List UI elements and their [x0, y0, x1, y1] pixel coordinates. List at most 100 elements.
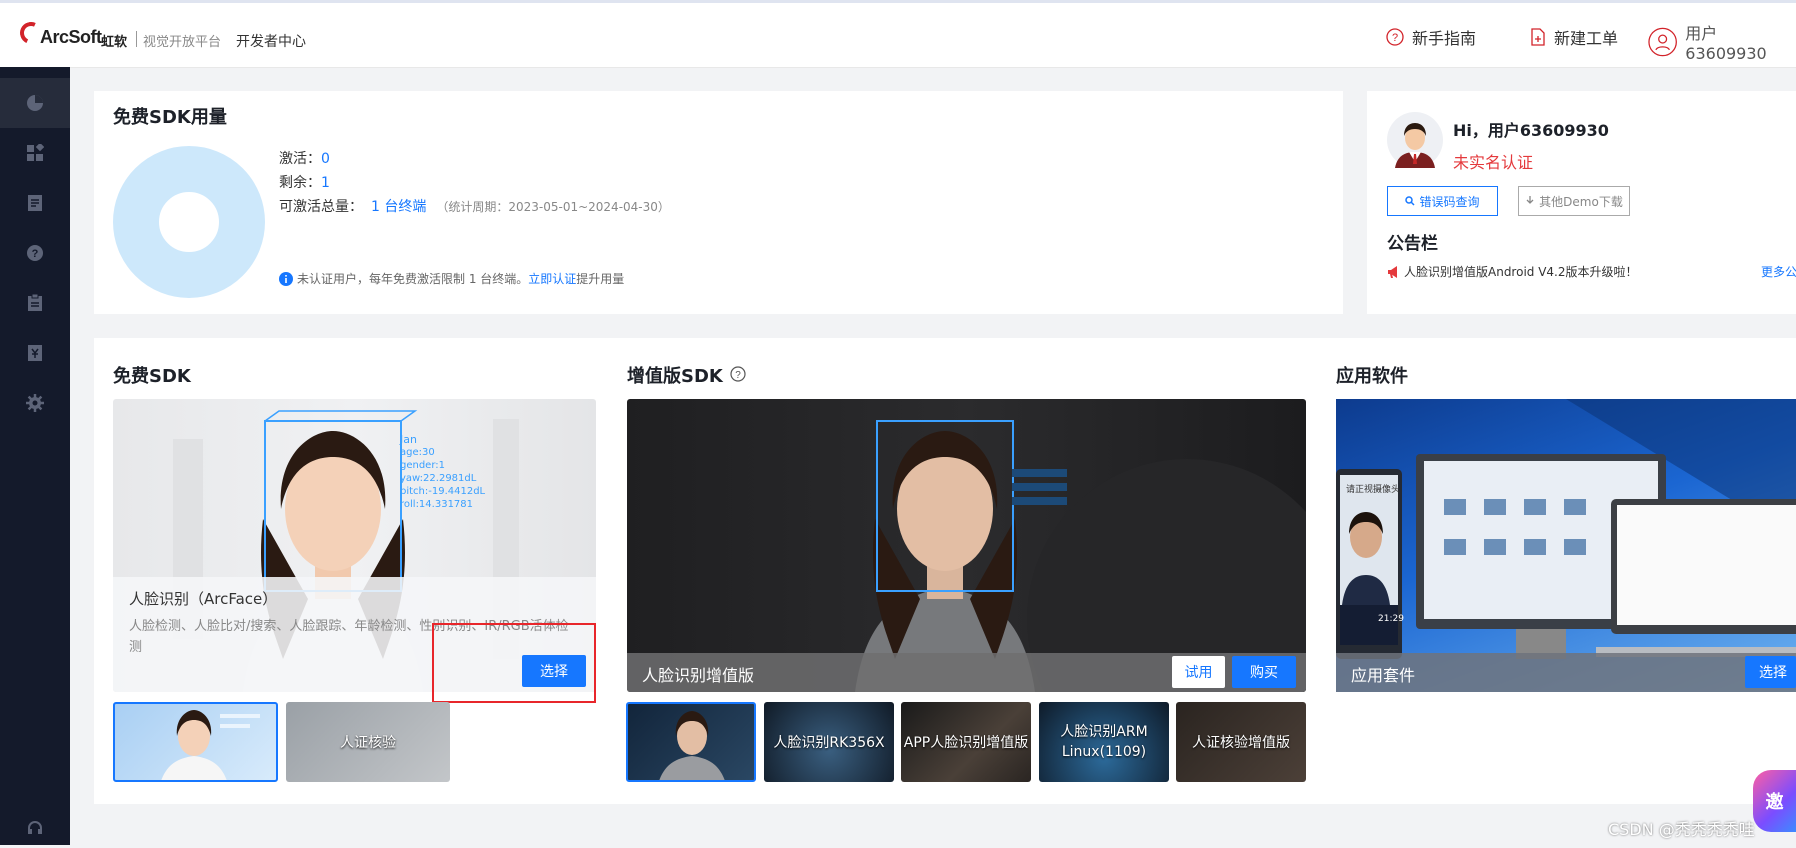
- free-sdk-card-title: 人脸识别（ArcFace）: [129, 590, 278, 608]
- dashboard-icon: [27, 95, 43, 111]
- invoice-icon: [28, 345, 42, 361]
- bulletin-title: 公告栏: [1387, 234, 1438, 254]
- activated-value: 0: [321, 151, 330, 167]
- thumb-arm-linux[interactable]: 人脸识别ARM Linux(1109): [1039, 702, 1169, 782]
- certification-notice: 未认证用户，每年免费激活限制 1 台终端。 立即认证 提升用量: [279, 270, 624, 287]
- demo-download-label: 其他Demo下载: [1539, 194, 1623, 209]
- guide-link[interactable]: ? 新手指南: [1386, 25, 1476, 49]
- profile-greeting: Hi，用户63609930: [1453, 121, 1609, 140]
- premium-help-icon[interactable]: ?: [730, 366, 746, 382]
- thumb-app-premium[interactable]: APP人脸识别增值版: [901, 702, 1031, 782]
- search-icon: [1405, 196, 1416, 206]
- thumb-portrait-illustration: [161, 710, 260, 780]
- svg-text:?: ?: [32, 248, 39, 260]
- face-tag-roll: roll:14.331781: [400, 499, 474, 510]
- new-ticket-link[interactable]: 新建工单: [1530, 25, 1618, 49]
- csdn-watermark: CSDN @秃秃秃秃哇: [1608, 820, 1755, 839]
- notice-tail: 提升用量: [576, 272, 625, 286]
- new-ticket-icon: [1531, 28, 1545, 46]
- apps-icon: [27, 144, 44, 161]
- apps-title: 应用软件: [1336, 366, 1408, 387]
- error-code-label: 错误码查询: [1419, 194, 1480, 209]
- user-name: 用户63609930: [1685, 24, 1767, 63]
- face-tag-pitch: pitch:-19.4412dL: [400, 486, 486, 497]
- question-circle-icon: ?: [1386, 28, 1404, 46]
- svg-text:?: ?: [1392, 32, 1398, 44]
- apps-select-button[interactable]: 选择: [1745, 656, 1796, 688]
- logo-text[interactable]: ArcSoft: [40, 27, 102, 48]
- thumb-arm-linux-label: 人脸识别ARM Linux(1109): [1060, 724, 1148, 760]
- logo-divider: [136, 31, 137, 47]
- thumb-premium-face[interactable]: [626, 702, 756, 782]
- buy-button[interactable]: 购买: [1232, 656, 1296, 688]
- apps-devices-illustration: [1336, 399, 1796, 659]
- usage-donut-ring: [113, 146, 265, 298]
- info-icon: [279, 271, 293, 286]
- developer-center-link[interactable]: 开发者中心: [236, 31, 306, 51]
- sidebar-item-settings[interactable]: [0, 378, 70, 428]
- usage-donut-chart: [113, 146, 265, 298]
- face-tag-yaw: yaw:22.2981dL: [400, 473, 477, 484]
- demo-download-button[interactable]: 其他Demo下载: [1518, 186, 1630, 216]
- announcement-item[interactable]: 人脸识别增值版Android V4.2版本升级啦！: [1387, 263, 1638, 280]
- headset-icon: [28, 821, 42, 834]
- face-tag-name: Jan: [400, 433, 417, 446]
- thumb-face-recognition[interactable]: [113, 702, 278, 782]
- thumb-id-premium-label: 人证核验增值版: [1192, 735, 1290, 751]
- sidebar-item-documents[interactable]: [0, 178, 70, 228]
- apps-banner-label: 应用套件: [1351, 666, 1416, 685]
- platform-name: 视觉开放平台: [143, 35, 222, 50]
- apps-banner[interactable]: 请正视摄像头 21:29 应用套件: [1336, 399, 1796, 692]
- face-data-tags: Jan age:30 gender:1 yaw:22.2981dL pitch:…: [400, 433, 485, 511]
- user-avatar-icon: [1648, 27, 1677, 56]
- kiosk-prompt: 请正视摄像头: [1346, 485, 1401, 495]
- total-row: 可激活总量： 1 台终端 （统计周期：2023-05-01~2024-04-30）: [279, 196, 670, 216]
- new-ticket-label: 新建工单: [1554, 29, 1619, 48]
- thumb-premium-portrait: [659, 711, 725, 780]
- face-tag-age: age:30: [400, 447, 435, 458]
- premium-sdk-title: 增值版SDK: [627, 366, 723, 387]
- help-icon: ?: [27, 245, 43, 261]
- svg-text:?: ?: [735, 370, 741, 381]
- usage-title: 免费SDK用量: [113, 107, 227, 128]
- remaining-value: 1: [321, 175, 330, 191]
- document-icon: [28, 195, 42, 211]
- sidebar-item-help[interactable]: ?: [0, 228, 70, 278]
- premium-portrait-illustration: [855, 420, 1306, 692]
- logo-cn-text[interactable]: 虹软: [101, 31, 127, 50]
- megaphone-icon: [1388, 265, 1397, 278]
- face-tag-gender: gender:1: [400, 460, 446, 471]
- thumb-rk356x[interactable]: 人脸识别RK356X: [764, 702, 894, 782]
- settings-icon: [26, 394, 44, 412]
- sidebar-item-invoice[interactable]: [0, 328, 70, 378]
- thumb-rk356x-label: 人脸识别RK356X: [773, 735, 885, 751]
- thumb-id-premium[interactable]: 人证核验增值版: [1176, 702, 1306, 782]
- notice-text: 未认证用户，每年免费激活限制 1 台终端。: [297, 272, 529, 286]
- invite-float-badge[interactable]: 邀: [1753, 770, 1796, 832]
- verification-status-link[interactable]: 未实名认证: [1453, 149, 1533, 173]
- user-menu[interactable]: 用户63609930: [1648, 20, 1796, 63]
- thumb-app-premium-label: APP人脸识别增值版: [903, 735, 1029, 751]
- total-value-link[interactable]: 1 台终端: [371, 199, 426, 215]
- sidebar-item-dashboard[interactable]: [0, 78, 70, 128]
- remaining-label: 剩余：: [279, 175, 321, 191]
- total-label: 可激活总量：: [279, 199, 363, 215]
- premium-sdk-banner[interactable]: 人脸识别增值版: [627, 399, 1306, 692]
- announcement-text: 人脸识别增值版Android V4.2版本升级啦！: [1404, 265, 1638, 279]
- thumb-id-verification[interactable]: 人证核验: [286, 702, 450, 782]
- trial-button[interactable]: 试用: [1172, 656, 1225, 688]
- more-announcements-link[interactable]: 更多公: [1761, 263, 1796, 280]
- guide-label: 新手指南: [1412, 29, 1477, 48]
- kiosk-time: 21:29: [1378, 614, 1404, 624]
- thumb-id-verification-label: 人证核验: [340, 735, 396, 751]
- free-sdk-title: 免费SDK: [113, 366, 191, 387]
- profile-avatar: [1387, 112, 1443, 168]
- sidebar-item-apps[interactable]: [0, 128, 70, 178]
- sidebar-item-support[interactable]: [0, 808, 70, 848]
- activated-row: 激活：0: [279, 148, 330, 168]
- certify-now-link[interactable]: 立即认证: [528, 270, 576, 287]
- sidebar-item-orders[interactable]: [0, 278, 70, 328]
- error-code-button[interactable]: 错误码查询: [1387, 186, 1498, 216]
- stat-period: （统计周期：2023-05-01~2024-04-30）: [436, 200, 670, 214]
- activated-label: 激活：: [279, 151, 321, 167]
